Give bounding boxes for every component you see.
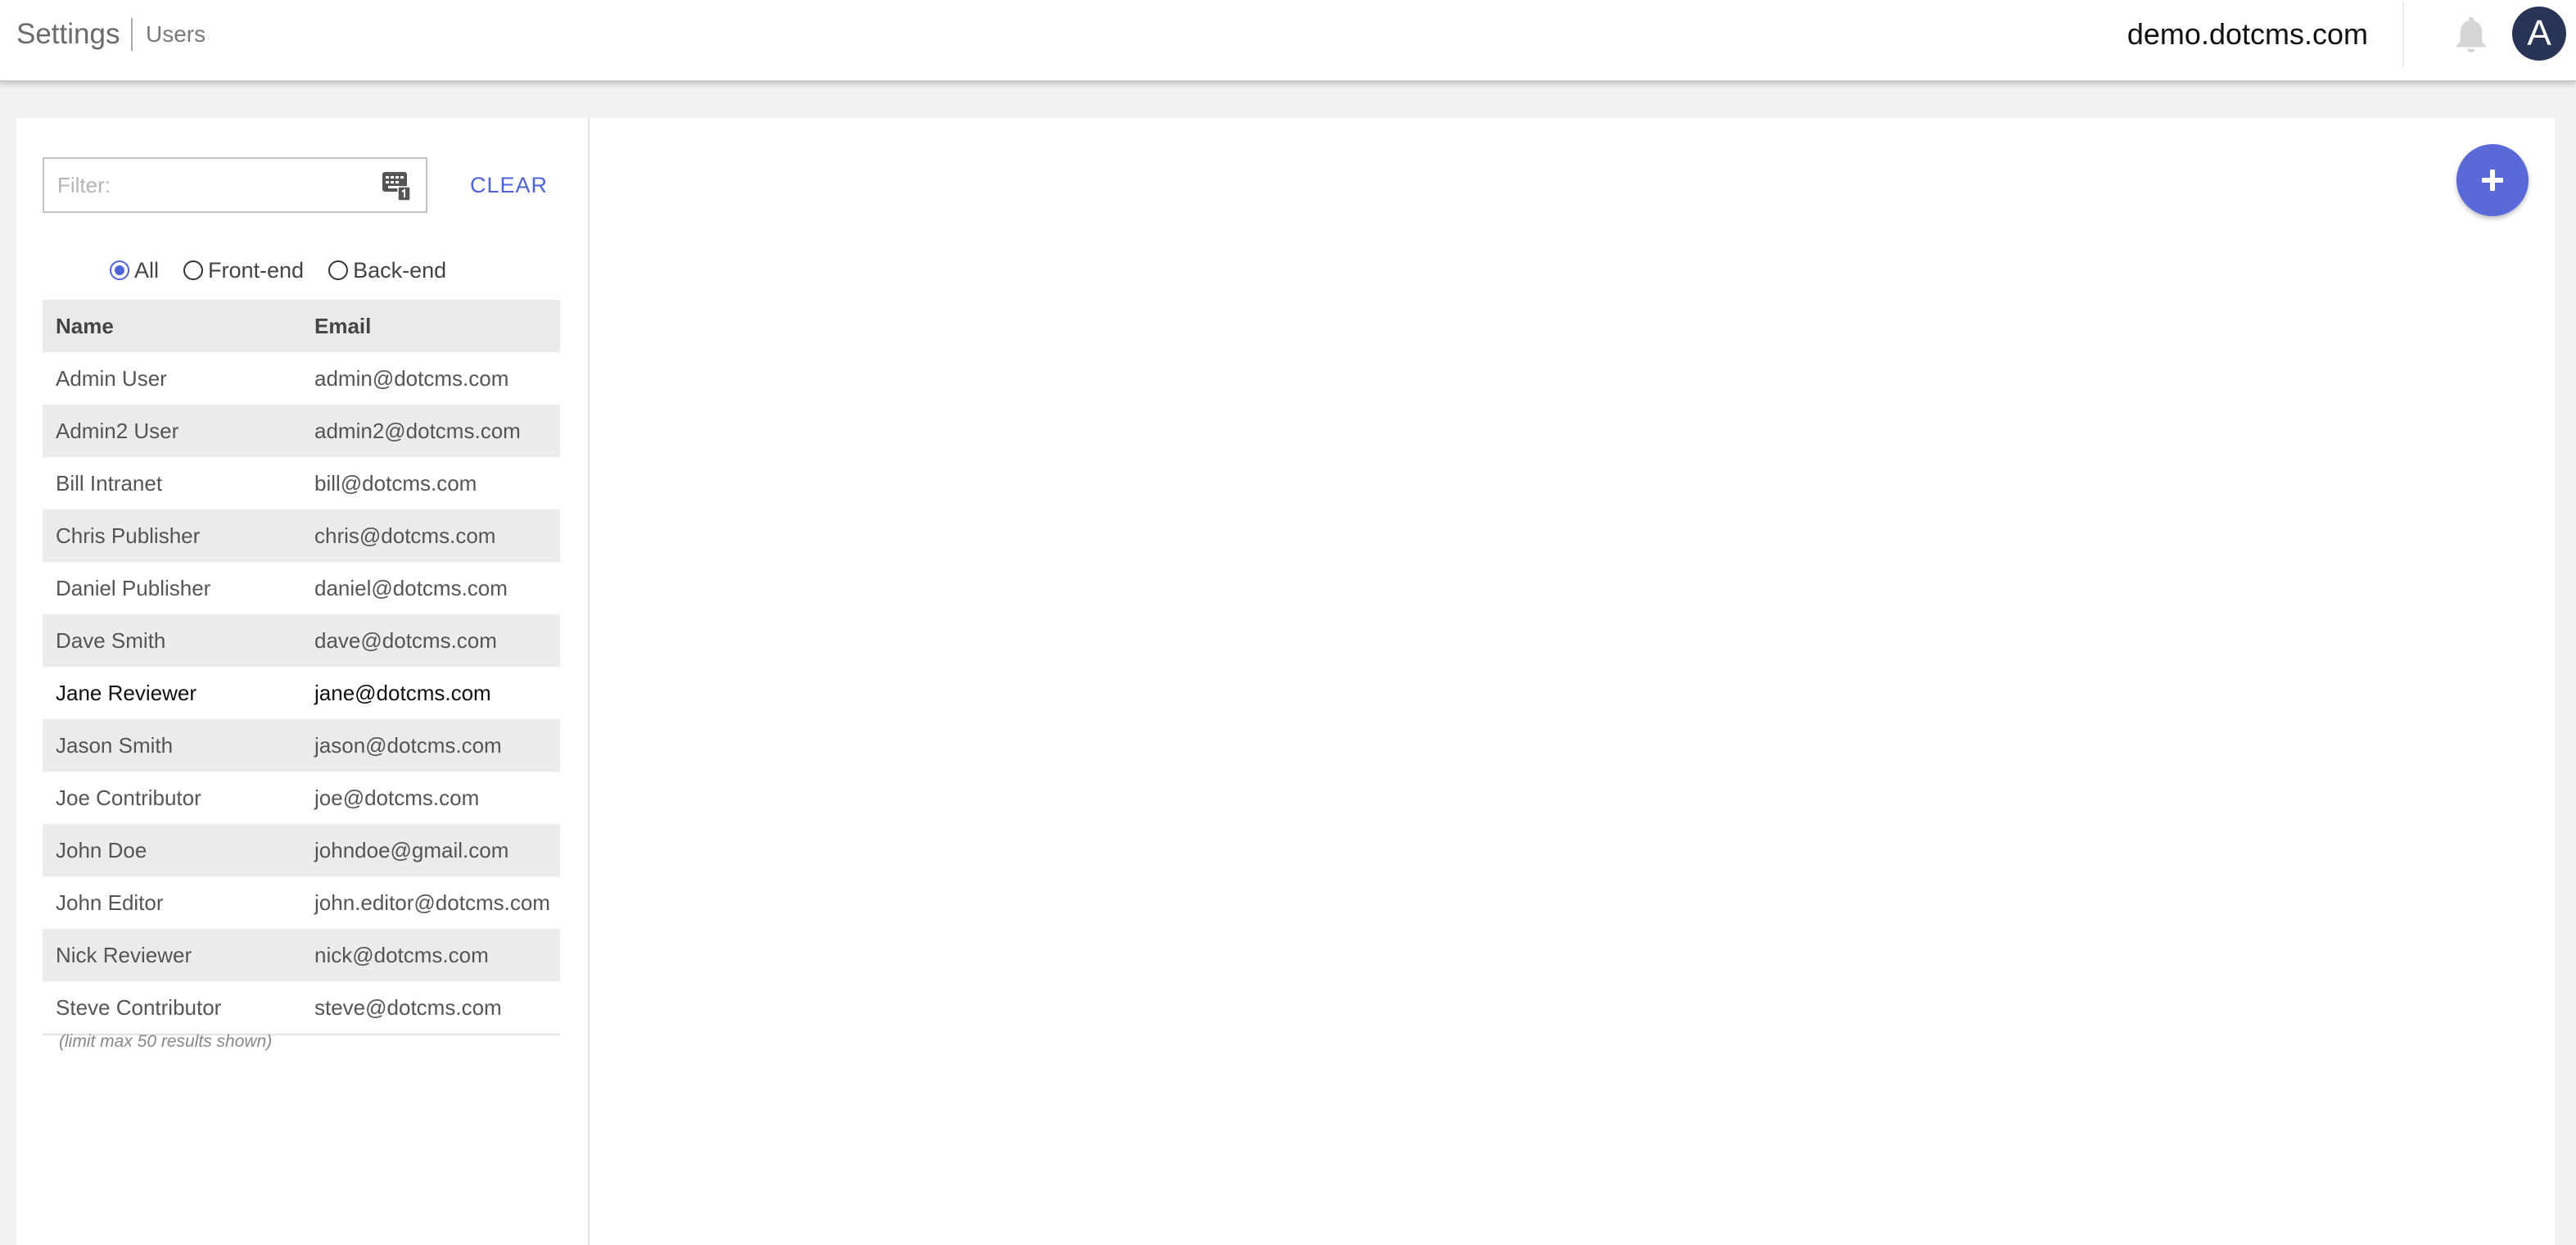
table-row[interactable]: Joe Contributor joe@dotcms.com <box>43 772 560 824</box>
table-row[interactable]: Admin User admin@dotcms.com <box>43 352 560 405</box>
keyboard-icon[interactable] <box>382 170 411 201</box>
user-name-cell: Daniel Publisher <box>43 562 301 614</box>
user-name-cell: Jane Reviewer <box>43 667 301 719</box>
user-name-cell: Chris Publisher <box>43 509 301 562</box>
user-email-cell: joe@dotcms.com <box>301 772 560 824</box>
user-email-cell: jane@dotcms.com <box>301 667 560 719</box>
user-name-cell: Joe Contributor <box>43 772 301 824</box>
user-email-cell: chris@dotcms.com <box>301 509 560 562</box>
radio-back-end-label: Back-end <box>353 257 447 283</box>
user-name-cell: Jason Smith <box>43 719 301 772</box>
filter-input[interactable] <box>57 165 352 205</box>
table-row[interactable]: John Doe johndoe@gmail.com <box>43 824 560 876</box>
user-name-cell: John Doe <box>43 824 301 876</box>
table-row[interactable]: Jason Smith jason@dotcms.com <box>43 719 560 772</box>
user-email-cell: jason@dotcms.com <box>301 719 560 772</box>
user-email-cell: daniel@dotcms.com <box>301 562 560 614</box>
user-avatar[interactable]: A <box>2512 7 2566 61</box>
bell-icon[interactable] <box>2453 16 2489 54</box>
radio-all-label: All <box>134 257 160 283</box>
table-row[interactable]: Daniel Publisher daniel@dotcms.com <box>43 562 560 614</box>
radio-front-end[interactable]: Front-end <box>183 258 304 283</box>
table-row[interactable]: Steve Contributor steve@dotcms.com <box>43 981 560 1035</box>
site-selector[interactable]: demo.dotcms.com <box>2127 15 2368 54</box>
radio-all-indicator[interactable] <box>110 260 129 280</box>
radio-back-end-indicator[interactable] <box>328 260 349 280</box>
user-name-cell: Admin User <box>43 352 301 405</box>
user-email-cell: admin@dotcms.com <box>301 352 560 405</box>
user-email-cell: dave@dotcms.com <box>301 614 560 667</box>
plus-icon <box>2482 170 2503 191</box>
column-header-email[interactable]: Email <box>301 300 560 352</box>
user-name-cell: Bill Intranet <box>43 457 301 509</box>
user-email-cell: john.editor@dotcms.com <box>301 876 560 929</box>
user-email-cell: bill@dotcms.com <box>301 457 560 509</box>
user-email-cell: steve@dotcms.com <box>301 981 560 1035</box>
table-row[interactable]: Bill Intranet bill@dotcms.com <box>43 457 560 509</box>
table-row[interactable]: John Editor john.editor@dotcms.com <box>43 876 560 929</box>
breadcrumb-divider <box>131 18 133 51</box>
column-header-name[interactable]: Name <box>43 300 301 352</box>
table-row[interactable]: Nick Reviewer nick@dotcms.com <box>43 929 560 981</box>
add-user-button[interactable] <box>2456 144 2529 216</box>
clear-button[interactable]: CLEAR <box>470 170 548 200</box>
filter-box <box>43 157 427 213</box>
top-bar: Settings Users demo.dotcms.com A <box>0 0 2576 82</box>
breadcrumb-users: Users <box>146 21 206 47</box>
user-list-panel: CLEAR All Front-end Back-end Nam <box>16 118 590 1245</box>
users-table: Name Email Admin User admin@dotcms.com A… <box>43 300 560 1035</box>
radio-front-end-indicator[interactable] <box>183 260 204 280</box>
user-name-cell: Nick Reviewer <box>43 929 301 981</box>
user-name-cell: Dave Smith <box>43 614 301 667</box>
user-name-cell: Admin2 User <box>43 405 301 457</box>
content-area: CLEAR All Front-end Back-end Nam <box>16 118 2555 1245</box>
table-header-row: Name Email <box>43 300 560 352</box>
table-row[interactable]: Chris Publisher chris@dotcms.com <box>43 509 560 562</box>
radio-all[interactable]: All <box>110 258 159 283</box>
table-row[interactable]: Admin2 User admin2@dotcms.com <box>43 405 560 457</box>
table-row[interactable]: Dave Smith dave@dotcms.com <box>43 614 560 667</box>
user-email-cell: admin2@dotcms.com <box>301 405 560 457</box>
user-type-radio-group: All Front-end Back-end <box>110 256 471 285</box>
results-limit-note: (limit max 50 results shown) <box>59 1032 273 1051</box>
user-name-cell: John Editor <box>43 876 301 929</box>
table-row[interactable]: Jane Reviewer jane@dotcms.com <box>43 667 560 719</box>
toolbar-divider <box>2402 2 2404 67</box>
user-email-cell: johndoe@gmail.com <box>301 824 560 876</box>
breadcrumb-settings[interactable]: Settings <box>16 16 120 52</box>
radio-front-end-label: Front-end <box>208 257 305 283</box>
user-email-cell: nick@dotcms.com <box>301 929 560 981</box>
radio-back-end[interactable]: Back-end <box>328 258 446 283</box>
user-name-cell: Steve Contributor <box>43 981 301 1035</box>
